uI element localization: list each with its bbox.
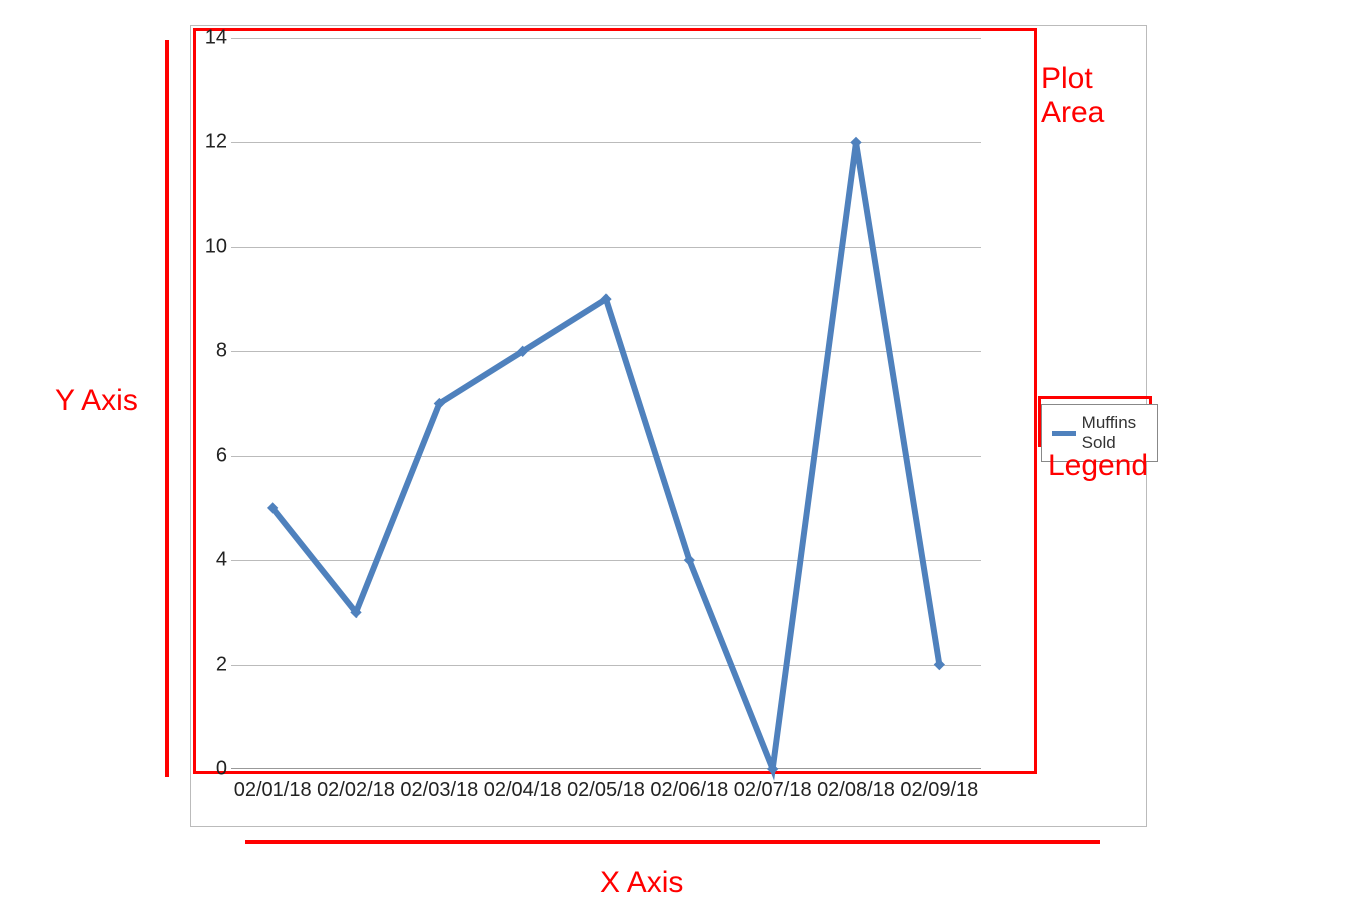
y-tick-label: 12 xyxy=(192,131,227,154)
y-axis-annotation-bar xyxy=(165,40,169,777)
plot-area xyxy=(231,38,981,769)
legend-swatch xyxy=(1052,431,1076,436)
y-axis-annotation: Y Axis xyxy=(55,384,138,418)
y-tick-label: 14 xyxy=(192,27,227,50)
y-tick-label: 8 xyxy=(192,340,227,363)
x-tick-label: 02/09/18 xyxy=(889,779,989,802)
data-marker xyxy=(934,659,945,670)
y-tick-label: 6 xyxy=(192,444,227,467)
line-series-svg xyxy=(231,38,981,769)
chart-container: Plot Area 02468101214 02/01/1802/02/1802… xyxy=(190,25,1147,827)
x-axis-annotation: X Axis xyxy=(600,866,683,900)
y-tick-label: 4 xyxy=(192,549,227,572)
y-tick-label: 2 xyxy=(192,653,227,676)
data-marker xyxy=(850,137,861,148)
y-tick-label: 0 xyxy=(192,758,227,781)
legend-series-label: Muffins Sold xyxy=(1082,413,1147,453)
plot-area-annotation: Plot Area xyxy=(1041,62,1146,130)
x-axis-annotation-bar xyxy=(245,840,1100,844)
y-tick-label: 10 xyxy=(192,235,227,258)
legend-annotation: Legend xyxy=(1048,449,1148,483)
